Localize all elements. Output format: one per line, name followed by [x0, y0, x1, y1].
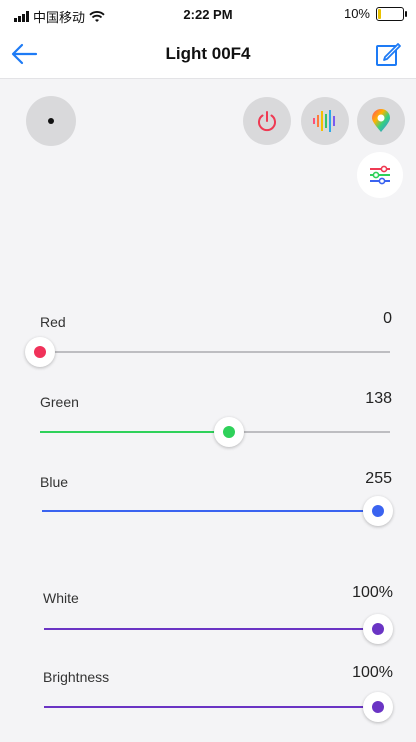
- slider-value: 0: [383, 310, 392, 327]
- slider-thumb[interactable]: [214, 417, 244, 447]
- slider-thumb[interactable]: [363, 496, 393, 526]
- slider-value: 100%: [352, 584, 393, 601]
- slider-label: White: [43, 590, 79, 606]
- slider-label: Blue: [40, 474, 69, 490]
- slider-track[interactable]: [42, 496, 393, 526]
- slider-thumb[interactable]: [25, 337, 55, 367]
- slider-label: Red: [40, 314, 66, 330]
- color-palette-icon: [372, 109, 390, 132]
- slider-track[interactable]: [44, 614, 393, 644]
- slider-fill: [44, 706, 378, 708]
- slider-value: 138: [365, 390, 392, 407]
- status-right: 10%: [343, 6, 407, 21]
- slider-label: Brightness: [43, 669, 110, 685]
- battery-icon: [376, 6, 407, 21]
- status-bar: 中国移动 2:22 PM 10%: [0, 0, 416, 30]
- music-button[interactable]: [301, 97, 349, 145]
- music-icon: [313, 110, 335, 132]
- nav-bar: Light 00F4: [0, 30, 416, 79]
- page-title: Light 00F4: [165, 44, 251, 63]
- slider-track[interactable]: [44, 692, 393, 722]
- slider-thumb[interactable]: [363, 614, 393, 644]
- more-icon: [48, 118, 54, 124]
- slider-value: 255: [365, 470, 392, 487]
- slider-fill: [40, 431, 229, 433]
- slider-thumb[interactable]: [363, 692, 393, 722]
- color-button[interactable]: [357, 97, 405, 145]
- more-button[interactable]: [26, 96, 76, 146]
- power-button[interactable]: [243, 97, 291, 145]
- battery-percent: 10%: [343, 6, 370, 21]
- slider-label: Green: [40, 394, 79, 410]
- slider-track[interactable]: [25, 337, 390, 367]
- slider-fill: [44, 628, 378, 630]
- power-icon: [258, 111, 276, 132]
- adjust-button[interactable]: [357, 152, 403, 198]
- slider-value: 100%: [352, 664, 393, 681]
- slider-track[interactable]: [40, 417, 390, 447]
- adjust-icon: [370, 165, 390, 185]
- edit-icon[interactable]: [374, 40, 402, 68]
- slider-fill: [42, 510, 378, 512]
